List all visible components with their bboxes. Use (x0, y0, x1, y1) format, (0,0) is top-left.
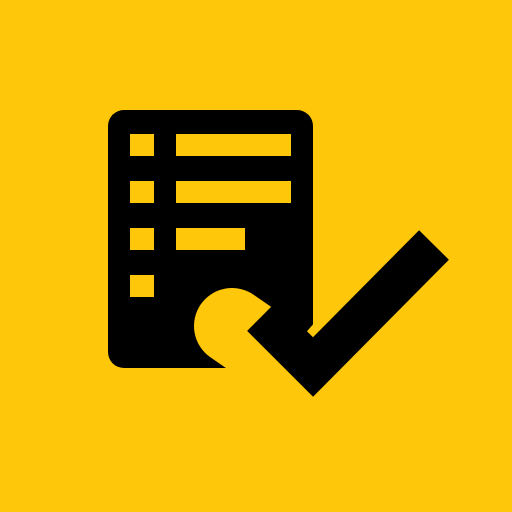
list-bullet (130, 134, 154, 156)
checklist-icon (0, 0, 512, 512)
list-bullet (130, 228, 154, 250)
list-line (176, 181, 291, 203)
list-bullet (130, 181, 154, 203)
list-line (176, 228, 245, 250)
app-icon-tile (0, 0, 512, 512)
list-line (176, 134, 291, 156)
list-bullet (130, 275, 154, 297)
